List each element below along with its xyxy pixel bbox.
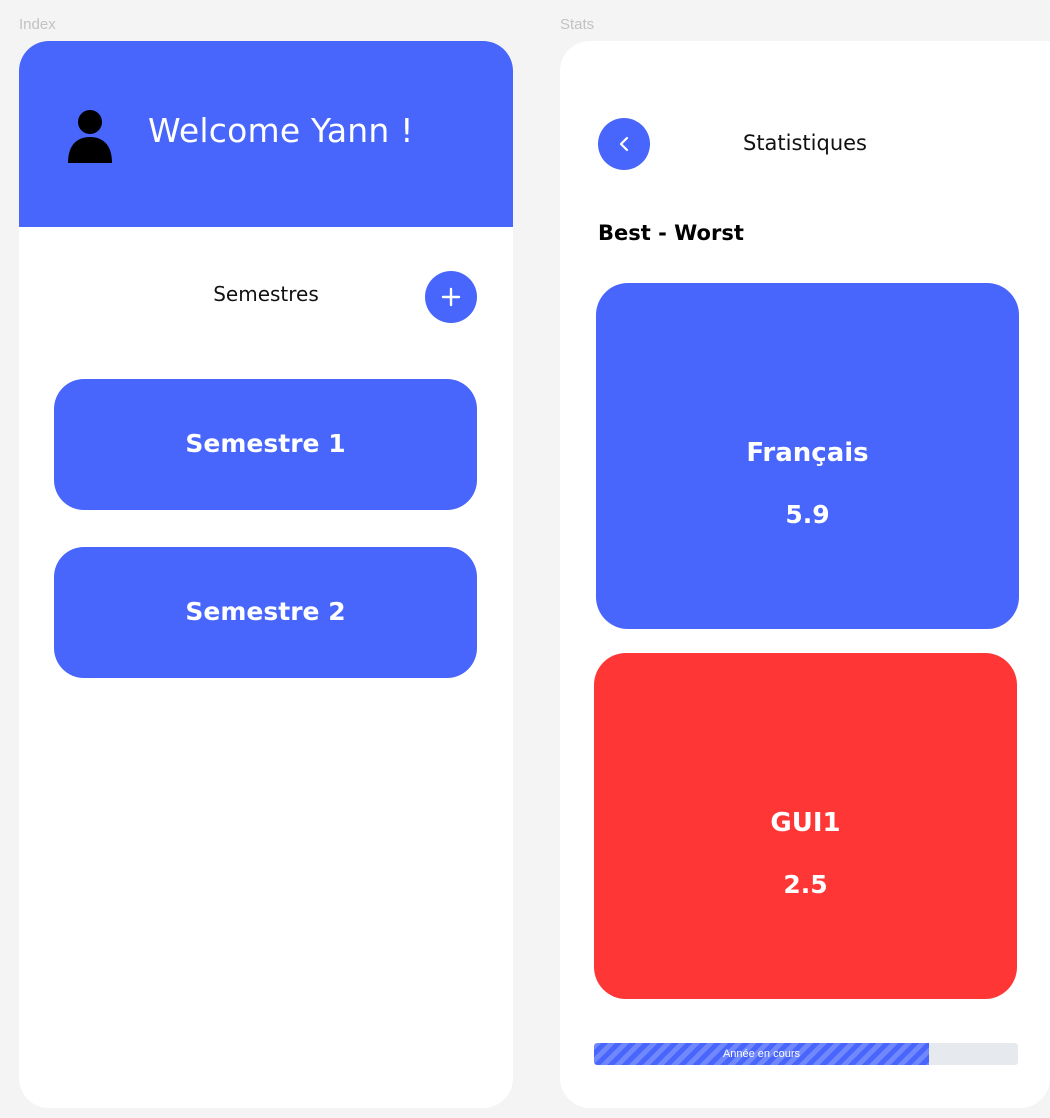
worst-subject-grade: 2.5 — [783, 870, 828, 899]
best-subject-name: Français — [746, 438, 869, 468]
back-button[interactable] — [598, 118, 650, 170]
best-worst-heading: Best - Worst — [598, 221, 744, 245]
semester-card-1[interactable]: Semestre 1 — [54, 379, 477, 510]
plus-icon — [441, 287, 461, 307]
best-subject-card[interactable]: Français 5.9 — [596, 283, 1019, 629]
semester-card-label: Semestre 2 — [185, 597, 346, 626]
index-screen: Welcome Yann ! Semestres Semestre 1 Seme… — [19, 41, 513, 1108]
semester-card-2[interactable]: Semestre 2 — [54, 547, 477, 678]
chevron-left-icon — [619, 136, 629, 152]
welcome-header: Welcome Yann ! — [19, 41, 513, 227]
semestres-title-text: Semestres — [213, 282, 319, 306]
year-progress-label: Année en cours — [722, 1048, 800, 1060]
stats-screen: Statistiques Best - Worst Français 5.9 G… — [560, 41, 1050, 1108]
page-title: Statistiques — [742, 131, 867, 155]
user-icon — [67, 109, 113, 163]
best-subject-grade: 5.9 — [785, 500, 830, 529]
year-progress-bar: Année en cours — [594, 1043, 1018, 1065]
add-semester-button[interactable] — [425, 271, 477, 323]
index-frame-label: Index — [19, 16, 56, 33]
worst-subject-name: GUI1 — [770, 808, 841, 838]
welcome-message: Welcome Yann ! — [148, 111, 414, 150]
worst-subject-card[interactable]: GUI1 2.5 — [594, 653, 1017, 999]
stats-frame-label: Stats — [560, 16, 595, 33]
semester-card-label: Semestre 1 — [185, 429, 346, 458]
